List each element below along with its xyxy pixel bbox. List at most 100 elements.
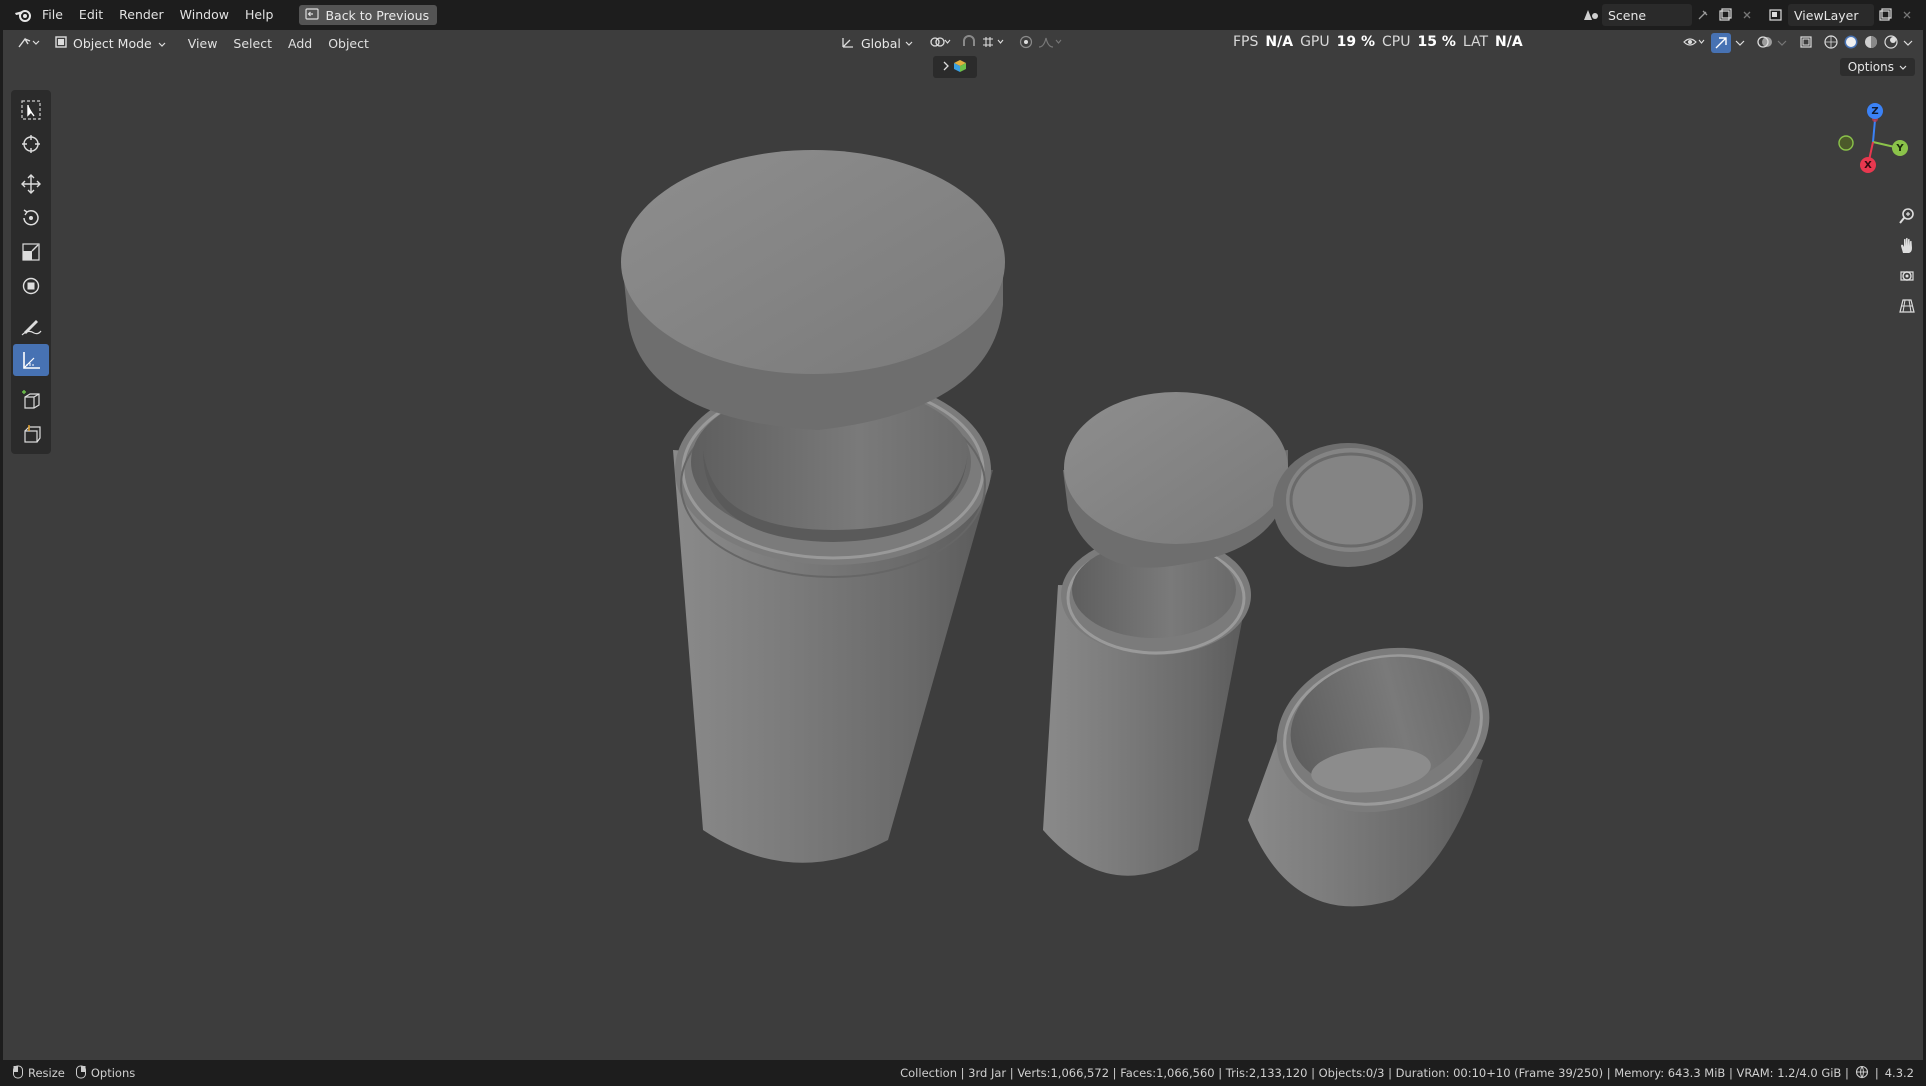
blender-logo-icon[interactable] <box>12 4 34 26</box>
gizmo-toggle-icon[interactable] <box>1711 33 1731 53</box>
add-menu[interactable]: Add <box>280 36 320 51</box>
measure-tool[interactable] <box>13 344 49 376</box>
transform-tool[interactable] <box>13 270 49 302</box>
back-to-previous-button[interactable]: Back to Previous <box>299 5 438 25</box>
top-menu-bar: File Edit Render Window Help Back to Pre… <box>0 0 1926 30</box>
3d-viewport[interactable]: Object Mode View Select Add Object Globa… <box>3 30 1923 1060</box>
orientation-label[interactable]: Global <box>861 36 901 51</box>
xray-icon[interactable] <box>1799 35 1813 52</box>
chevron-down-icon[interactable] <box>1903 36 1913 50</box>
object-mode-selector[interactable]: Object Mode <box>49 32 172 54</box>
status-bar: Resize Options Collection | 3rd Jar | Ve… <box>0 1060 1926 1086</box>
select-box-tool[interactable] <box>13 94 49 126</box>
scene-canvas <box>621 150 1508 907</box>
zoom-icon[interactable] <box>1893 202 1921 230</box>
chevron-right-icon <box>943 60 949 74</box>
pivot-icon[interactable] <box>929 35 951 52</box>
menu-render[interactable]: Render <box>111 4 172 26</box>
orientation-icon <box>841 35 857 52</box>
snap-target-icon[interactable] <box>981 35 1007 52</box>
proportional-edit-icon[interactable] <box>1019 35 1033 52</box>
axis-y-button[interactable]: Y <box>1892 140 1908 156</box>
menu-help[interactable]: Help <box>237 4 282 26</box>
tool-shelf <box>11 90 51 454</box>
new-view-layer-icon[interactable] <box>1874 4 1896 26</box>
cube-color-icon <box>953 59 967 76</box>
chevron-down-icon <box>905 36 913 50</box>
camera-view-icon[interactable] <box>1893 262 1921 290</box>
scene-selector[interactable]: Scene <box>1580 4 1758 26</box>
gpu-label: GPU <box>1300 34 1330 50</box>
cursor-tool[interactable] <box>13 128 49 160</box>
asset-shelf-toggle[interactable] <box>933 56 977 78</box>
performance-overlay: FPS N/A GPU 19 % CPU 15 % LAT N/A <box>1233 30 1523 54</box>
add-cube-tool[interactable] <box>13 384 49 416</box>
delete-scene-icon[interactable] <box>1736 4 1758 26</box>
scene-icon[interactable] <box>1580 4 1602 26</box>
menu-window[interactable]: Window <box>172 4 237 26</box>
wireframe-shading-icon[interactable] <box>1823 34 1839 53</box>
axis-x-button[interactable]: X <box>1860 157 1876 173</box>
cpu-label: CPU <box>1382 34 1411 50</box>
pan-hand-icon[interactable] <box>1893 232 1921 260</box>
fps-value: N/A <box>1265 34 1294 50</box>
new-scene-icon[interactable] <box>1714 4 1736 26</box>
rotate-tool[interactable] <box>13 202 49 234</box>
viewport-header: Object Mode View Select Add Object Globa… <box>3 30 1923 56</box>
cpu-value: 15 % <box>1417 34 1456 50</box>
short-jar[interactable] <box>1248 625 1508 907</box>
material-shading-icon[interactable] <box>1863 34 1879 53</box>
select-menu[interactable]: Select <box>225 36 280 51</box>
scale-tool[interactable] <box>13 236 49 268</box>
options-dropdown[interactable]: Options <box>1839 58 1915 76</box>
scene-statistics: Collection | 3rd Jar | Verts:1,066,572 |… <box>900 1065 1914 1082</box>
resize-hint: Resize <box>12 1065 65 1082</box>
options-label: Options <box>1847 60 1894 74</box>
perspective-toggle-icon[interactable] <box>1893 292 1921 320</box>
scene-field[interactable]: Scene <box>1602 4 1692 26</box>
view-layer-field[interactable]: ViewLayer <box>1788 4 1874 26</box>
falloff-icon[interactable] <box>1037 35 1063 52</box>
chevron-down-icon <box>158 36 166 51</box>
object-menu[interactable]: Object <box>320 36 377 51</box>
version-separator: | <box>1874 1066 1879 1080</box>
move-tool[interactable] <box>13 168 49 200</box>
axis-z-button[interactable]: Z <box>1867 103 1883 119</box>
pin-icon[interactable] <box>1692 4 1714 26</box>
back-to-previous-label: Back to Previous <box>325 7 430 23</box>
object-mode-icon <box>55 35 67 51</box>
mouse-right-icon <box>75 1065 87 1082</box>
view-layer-selector[interactable]: ViewLayer <box>1766 4 1918 26</box>
extrude-tool[interactable] <box>13 418 49 450</box>
chevron-down-icon[interactable] <box>1777 36 1787 50</box>
overlays-icon[interactable] <box>1757 35 1773 52</box>
fps-label: FPS <box>1233 34 1259 50</box>
annotate-tool[interactable] <box>13 310 49 342</box>
large-jar[interactable] <box>621 150 1005 863</box>
view-layer-name: ViewLayer <box>1794 7 1859 23</box>
options-label: Options <box>90 1066 136 1080</box>
navigation-gizmo[interactable]: Z Y X <box>1813 90 1923 313</box>
network-icon <box>1855 1065 1869 1082</box>
chevron-down-icon[interactable] <box>1735 36 1745 50</box>
version-label: 4.3.2 <box>1884 1066 1914 1080</box>
rendered-shading-icon[interactable] <box>1883 34 1899 53</box>
snap-icon[interactable] <box>961 34 977 52</box>
object-mode-label: Object Mode <box>73 35 152 51</box>
mouse-icon <box>12 1065 24 1082</box>
topbar-right: Scene ViewLayer <box>1580 0 1926 30</box>
view-layer-icon[interactable] <box>1766 4 1788 26</box>
delete-view-layer-icon[interactable] <box>1896 4 1918 26</box>
back-icon <box>305 7 320 23</box>
lat-label: LAT <box>1462 34 1489 50</box>
scene-name: Scene <box>1608 7 1647 23</box>
chevron-down-icon <box>1899 60 1907 74</box>
editor-type-icon[interactable] <box>13 32 43 54</box>
visibility-icon[interactable] <box>1683 35 1707 52</box>
stats-text: Collection | 3rd Jar | Verts:1,066,572 |… <box>900 1066 1849 1080</box>
view-menu[interactable]: View <box>180 36 226 51</box>
menu-edit[interactable]: Edit <box>71 4 111 26</box>
gpu-value: 19 % <box>1336 34 1375 50</box>
solid-shading-icon[interactable] <box>1843 34 1859 53</box>
menu-file[interactable]: File <box>34 4 71 26</box>
